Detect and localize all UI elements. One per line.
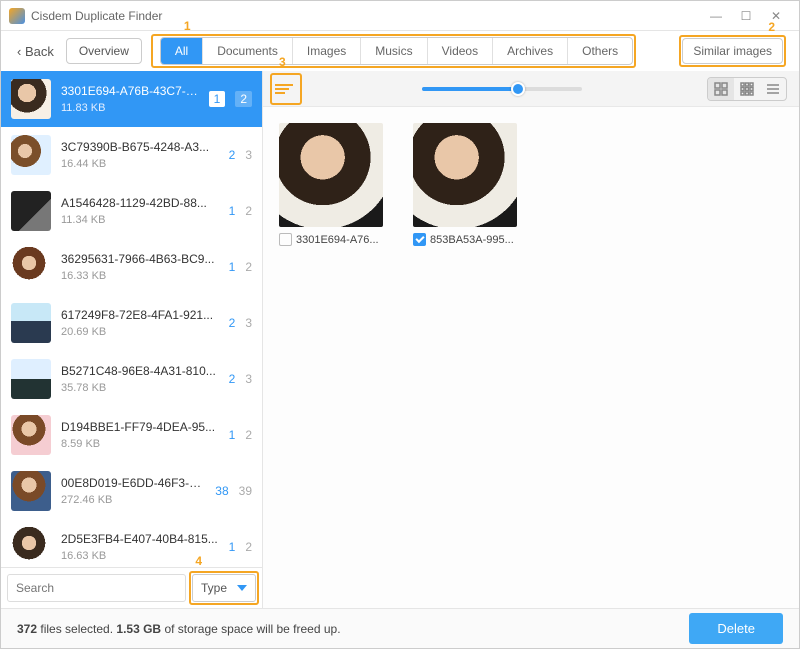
maximize-button[interactable]: ☐	[731, 4, 761, 28]
preview-checkbox[interactable]	[279, 233, 292, 246]
app-icon	[9, 8, 25, 24]
thumbnail	[11, 79, 51, 119]
back-button[interactable]: ‹ Back	[17, 44, 54, 59]
preview-thumbnail	[279, 123, 383, 227]
list-item[interactable]: B5271C48-96E8-4A31-810...35.78 KB 23	[1, 351, 262, 407]
list-item[interactable]: 3301E694-A76B-43C7-B8... 11.83 KB 12	[1, 71, 262, 127]
view-mode-toggle	[707, 77, 787, 101]
list-item[interactable]: 2D5E3FB4-E407-40B4-815...16.63 KB 12	[1, 519, 262, 567]
list-item[interactable]: 617249F8-72E8-4FA1-921...20.69 KB 23	[1, 295, 262, 351]
sort-button[interactable]	[275, 78, 297, 100]
minimize-button[interactable]: —	[701, 4, 731, 28]
view-grid-large-icon[interactable]	[708, 78, 734, 100]
file-name: 3301E694-A76B-43C7-B8...	[61, 84, 199, 98]
preview-item[interactable]: 853BA53A-995...	[413, 123, 523, 592]
overview-button[interactable]: Overview	[66, 38, 142, 64]
list-item[interactable]: 36295631-7966-4B63-BC9...16.33 KB 12	[1, 239, 262, 295]
tab-others[interactable]: Others	[568, 38, 632, 64]
annotation-2: 2	[768, 20, 775, 34]
preview-checkbox[interactable]	[413, 233, 426, 246]
thumbnail	[11, 135, 51, 175]
tab-all[interactable]: All	[161, 38, 203, 64]
status-text: 372 files selected. 1.53 GB of storage s…	[17, 622, 689, 636]
tab-videos[interactable]: Videos	[428, 38, 493, 64]
type-dropdown[interactable]: Type	[192, 574, 256, 602]
preview-thumbnail	[413, 123, 517, 227]
category-tabs: All Documents Images Musics Videos Archi…	[160, 37, 633, 65]
preview-filename: 853BA53A-995...	[430, 234, 514, 246]
delete-button[interactable]: Delete	[689, 613, 783, 644]
thumbnail	[11, 359, 51, 399]
duplicate-list[interactable]: 3301E694-A76B-43C7-B8... 11.83 KB 12 3C7…	[1, 71, 262, 567]
list-item[interactable]: D194BBE1-FF79-4DEA-95...8.59 KB 12	[1, 407, 262, 463]
list-item[interactable]: A1546428-1129-42BD-88...11.34 KB 12	[1, 183, 262, 239]
annotation-3: 3	[279, 55, 286, 69]
thumbnail	[11, 527, 51, 567]
preview-item[interactable]: 3301E694-A76...	[279, 123, 389, 592]
thumbnail	[11, 247, 51, 287]
thumbnail	[11, 303, 51, 343]
similar-images-button[interactable]: Similar images	[682, 38, 783, 64]
thumbnail-size-slider[interactable]	[422, 87, 582, 91]
tab-archives[interactable]: Archives	[493, 38, 568, 64]
view-grid-small-icon[interactable]	[734, 78, 760, 100]
thumbnail	[11, 415, 51, 455]
window-title: Cisdem Duplicate Finder	[31, 9, 701, 23]
view-list-icon[interactable]	[760, 78, 786, 100]
annotation-1: 1	[184, 19, 191, 33]
close-button[interactable]: ✕	[761, 4, 791, 28]
preview-filename: 3301E694-A76...	[296, 234, 379, 246]
thumbnail	[11, 191, 51, 231]
chevron-down-icon	[237, 585, 247, 591]
file-size: 11.83 KB	[61, 102, 199, 114]
tab-musics[interactable]: Musics	[361, 38, 427, 64]
annotation-4: 4	[195, 554, 202, 568]
list-item[interactable]: 00E8D019-E6DD-46F3-9E...272.46 KB 3839	[1, 463, 262, 519]
tab-images[interactable]: Images	[293, 38, 361, 64]
search-input[interactable]	[7, 574, 186, 602]
list-item[interactable]: 3C79390B-B675-4248-A3...16.44 KB 23	[1, 127, 262, 183]
thumbnail	[11, 471, 51, 511]
